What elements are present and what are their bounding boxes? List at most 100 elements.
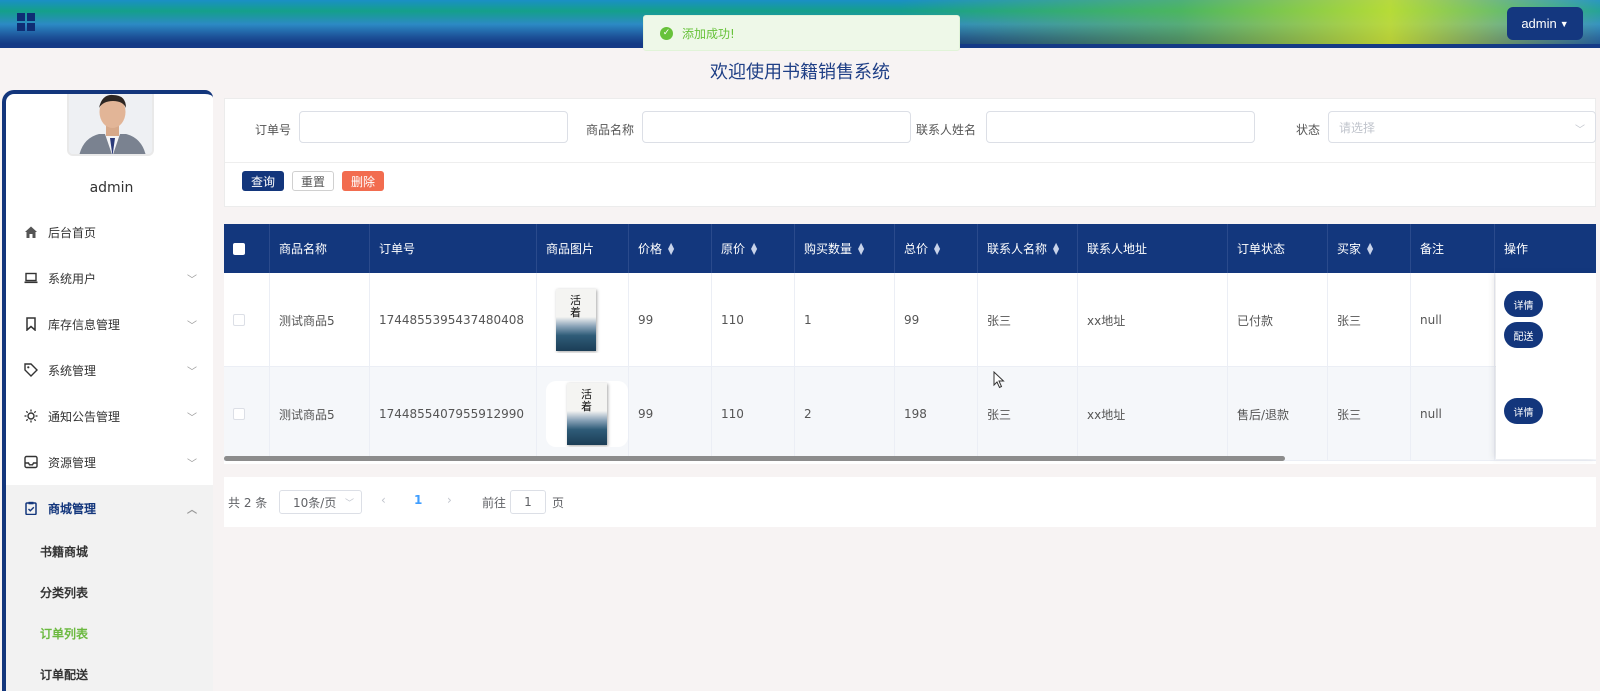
cell-order-status: 售后/退款	[1228, 367, 1328, 461]
col-label: 联系人名称	[987, 242, 1048, 256]
cell-total: 198	[895, 367, 978, 461]
avatar[interactable]	[67, 94, 154, 156]
reset-button[interactable]: 重置	[292, 171, 334, 191]
sidebar-item-system-manage[interactable]: 系统管理 ﹀	[6, 347, 213, 393]
col-label: 总价	[904, 242, 929, 256]
detail-button[interactable]: 详情	[1504, 291, 1543, 317]
sidebar-item-resources[interactable]: 资源管理 ﹀	[6, 439, 213, 485]
delete-button[interactable]: 删除	[342, 171, 384, 191]
col-product-image: 商品图片	[537, 224, 629, 273]
horizontal-scrollbar[interactable]	[224, 456, 1285, 461]
page-number[interactable]: 1	[414, 493, 422, 507]
product-image[interactable]: 活着	[546, 381, 628, 447]
cell-contact-address: xx地址	[1078, 367, 1228, 461]
sidebar-item-system-users[interactable]: 系统用户 ﹀	[6, 255, 213, 301]
chevron-down-icon: ﹀	[1575, 125, 1585, 136]
col-buyer[interactable]: 买家 ▲ ▼	[1328, 224, 1411, 273]
col-actions: 操作	[1495, 224, 1596, 273]
cell-quantity: 1	[795, 273, 895, 367]
user-menu-button[interactable]: admin ▼	[1507, 7, 1583, 40]
sidebar-item-label: 通知公告管理	[48, 409, 121, 424]
col-orig-price[interactable]: 原价 ▲ ▼	[712, 224, 795, 273]
prev-page-icon[interactable]: ‹	[381, 493, 386, 507]
book-cover: 活着	[567, 383, 607, 445]
search-panel: 订单号 商品名称 联系人姓名 状态 请选择 ﹀ 查询 重置 删除	[224, 98, 1596, 207]
table-row[interactable]: 测试商品5 1744855407955912990 活着 99 110 2 19…	[224, 367, 1596, 461]
cell-order-no: 1744855395437480408	[370, 273, 537, 367]
chevron-down-icon: ﹀	[187, 459, 197, 470]
status-placeholder: 请选择	[1339, 120, 1376, 135]
row-checkbox[interactable]	[233, 408, 245, 420]
pagination: 共 2 条 10条/页 ﹀ ‹ 1 › 前往 1 页	[224, 477, 1596, 527]
sidebar-subitem-order-delivery[interactable]: 订单配送	[6, 654, 213, 691]
sort-icon[interactable]: ▲ ▼	[858, 241, 864, 255]
deliver-button[interactable]: 配送	[1504, 322, 1543, 348]
product-image[interactable]: 活着	[546, 287, 604, 353]
mouse-cursor-icon	[993, 371, 1005, 389]
product-name-input[interactable]	[642, 111, 911, 143]
detail-button[interactable]: 详情	[1504, 398, 1543, 424]
next-page-icon[interactable]: ›	[447, 493, 452, 507]
order-no-input[interactable]	[299, 111, 568, 143]
sort-icon[interactable]: ▲ ▼	[1367, 241, 1373, 255]
col-label: 订单状态	[1237, 242, 1286, 256]
sort-icon[interactable]: ▲ ▼	[668, 241, 674, 255]
menu-grid-icon[interactable]	[17, 13, 35, 31]
cell-orig-price: 110	[712, 367, 795, 461]
goto-label: 前往	[482, 496, 507, 510]
inbox-icon	[24, 455, 38, 469]
sidebar-username: admin	[89, 180, 134, 196]
sidebar-item-inventory[interactable]: 库存信息管理 ﹀	[6, 301, 213, 347]
cell-order-status: 已付款	[1228, 273, 1328, 367]
chevron-down-icon: ﹀	[187, 367, 197, 378]
sidebar-subitem-book-shop[interactable]: 书籍商城	[6, 531, 213, 572]
contact-name-input[interactable]	[986, 111, 1255, 143]
goto-page-input[interactable]: 1	[510, 490, 546, 514]
cell-price: 99	[629, 367, 712, 461]
query-button[interactable]: 查询	[242, 171, 284, 191]
col-label: 订单号	[379, 242, 416, 256]
cell-product-image: 活着	[537, 367, 629, 461]
sidebar-subitem-category-list[interactable]: 分类列表	[6, 572, 213, 613]
book-cover-title: 活着	[570, 294, 581, 319]
laptop-icon	[24, 271, 38, 285]
cell-contact-address: xx地址	[1078, 273, 1228, 367]
col-label: 商品名称	[279, 242, 328, 256]
sort-icon[interactable]: ▲ ▼	[751, 241, 757, 255]
chevron-down-icon: ▼	[1559, 18, 1569, 29]
row-select-cell	[224, 273, 270, 367]
chevron-down-icon: ﹀	[344, 499, 354, 509]
sun-icon	[24, 409, 38, 423]
cell-order-no: 1744855407955912990	[370, 367, 537, 461]
cell-buyer: 张三	[1328, 367, 1411, 461]
col-quantity[interactable]: 购买数量 ▲ ▼	[795, 224, 895, 273]
page-title: 欢迎使用书籍销售系统	[710, 62, 890, 83]
bookmark-icon	[24, 317, 38, 331]
page-size-value: 10条/页	[293, 495, 337, 510]
row-checkbox[interactable]	[233, 314, 245, 326]
col-label: 买家	[1337, 242, 1362, 256]
sidebar-item-home[interactable]: 后台首页	[6, 209, 213, 255]
sidebar-item-shop[interactable]: 商城管理 ︿	[6, 485, 213, 531]
clipboard-icon	[24, 501, 38, 515]
sort-icon[interactable]: ▲ ▼	[934, 241, 940, 255]
status-select[interactable]: 请选择 ﹀	[1328, 111, 1596, 143]
contact-name-label: 联系人姓名	[916, 123, 977, 137]
check-circle-icon: ✓	[660, 26, 673, 40]
col-total[interactable]: 总价 ▲ ▼	[895, 224, 978, 273]
sidebar-item-label: 资源管理	[48, 455, 97, 470]
col-order-status: 订单状态	[1228, 224, 1328, 273]
header-gradient	[900, 0, 1600, 44]
col-contact-name[interactable]: 联系人名称 ▲ ▼	[978, 224, 1078, 273]
sort-icon[interactable]: ▲ ▼	[1053, 241, 1059, 255]
sidebar-item-label: 商城管理	[48, 501, 97, 516]
col-price[interactable]: 价格 ▲ ▼	[629, 224, 712, 273]
page-size-select[interactable]: 10条/页 ﹀	[279, 490, 362, 514]
select-all-checkbox[interactable]	[233, 242, 245, 255]
select-all-cell	[224, 224, 270, 273]
sidebar-subitem-order-list[interactable]: 订单列表	[6, 613, 213, 654]
cell-product-name: 测试商品5	[270, 367, 370, 461]
sidebar-item-notice[interactable]: 通知公告管理 ﹀	[6, 393, 213, 439]
table-row[interactable]: 测试商品5 1744855395437480408 活着 99 110 1 99…	[224, 273, 1596, 367]
col-label: 购买数量	[804, 242, 853, 256]
